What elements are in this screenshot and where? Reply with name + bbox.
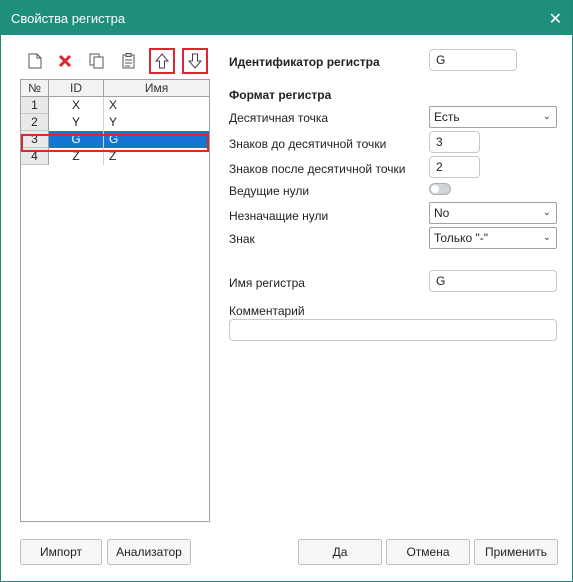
apply-button[interactable]: Применить <box>474 539 558 565</box>
register-id-field[interactable]: G <box>429 49 517 71</box>
analyzer-button[interactable]: Анализатор <box>107 539 191 565</box>
row-name: X <box>109 98 118 112</box>
registers-table[interactable]: № ID Имя 1 X X 2 Y Y 3 G G 4 Z Z <box>20 79 210 522</box>
trailing-zeros-value: No <box>434 206 450 220</box>
delete-icon[interactable] <box>55 51 75 71</box>
register-properties-dialog: Свойства регистра ✕ № ID Имя 1 X X 2 Y Y… <box>0 0 573 582</box>
format-section-title: Формат регистра <box>229 88 332 102</box>
digits-after-label: Знаков после десятичной точки <box>229 162 406 176</box>
trailing-zeros-label: Незначащие нули <box>229 209 329 223</box>
leading-zeros-label: Ведущие нули <box>229 184 310 198</box>
paste-icon[interactable] <box>119 51 139 71</box>
window-title: Свойства регистра <box>11 11 126 26</box>
table-row[interactable]: 2 Y Y <box>21 114 209 131</box>
column-header-id[interactable]: ID <box>49 80 104 96</box>
decimal-point-value: Есть <box>434 110 460 124</box>
table-header: № ID Имя <box>21 80 209 97</box>
row-id: Z <box>49 148 104 165</box>
leading-zeros-toggle[interactable] <box>429 183 451 195</box>
decimal-point-select[interactable]: Есть ⌄ <box>429 106 557 128</box>
sign-value: Только "-" <box>434 231 488 245</box>
copy-icon[interactable] <box>87 51 107 71</box>
digits-before-field[interactable]: 3 <box>429 131 480 153</box>
title-bar: Свойства регистра ✕ <box>1 1 572 35</box>
chevron-down-icon: ⌄ <box>542 207 551 218</box>
register-name-label: Имя регистра <box>229 276 305 290</box>
move-up-icon[interactable] <box>149 48 175 74</box>
chevron-down-icon: ⌄ <box>542 232 551 243</box>
row-index: 4 <box>21 148 49 165</box>
table-row-selected[interactable]: 3 G G <box>21 131 209 148</box>
chevron-down-icon: ⌄ <box>542 111 551 122</box>
row-id: X <box>49 97 104 114</box>
comment-field[interactable] <box>229 319 557 341</box>
register-name-field[interactable]: G <box>429 270 557 292</box>
sign-label: Знак <box>229 232 255 246</box>
new-icon[interactable] <box>25 51 45 71</box>
close-icon[interactable]: ✕ <box>549 9 562 29</box>
row-id: G <box>49 131 104 148</box>
table-row[interactable]: 4 Z Z <box>21 148 209 165</box>
digits-after-field[interactable]: 2 <box>429 156 480 178</box>
decimal-point-label: Десятичная точка <box>229 111 329 125</box>
import-button[interactable]: Импорт <box>20 539 102 565</box>
comment-label: Комментарий <box>229 304 305 318</box>
row-index: 2 <box>21 114 49 131</box>
trailing-zeros-select[interactable]: No ⌄ <box>429 202 557 224</box>
row-index: 1 <box>21 97 49 114</box>
cancel-button[interactable]: Отмена <box>386 539 470 565</box>
yes-button[interactable]: Да <box>298 539 382 565</box>
row-id: Y <box>49 114 104 131</box>
toggle-knob <box>431 185 439 193</box>
column-header-name[interactable]: Имя <box>104 80 209 96</box>
column-header-number[interactable]: № <box>21 80 49 96</box>
row-name: G <box>104 131 209 148</box>
sign-select[interactable]: Только "-" ⌄ <box>429 227 557 249</box>
table-row[interactable]: 1 X X <box>21 97 209 114</box>
row-name: Y <box>109 115 118 129</box>
register-id-label: Идентификатор регистра <box>229 55 380 69</box>
row-index: 3 <box>21 131 49 148</box>
row-name: Z <box>109 149 117 163</box>
move-down-icon[interactable] <box>182 48 208 74</box>
digits-before-label: Знаков до десятичной точки <box>229 137 387 151</box>
